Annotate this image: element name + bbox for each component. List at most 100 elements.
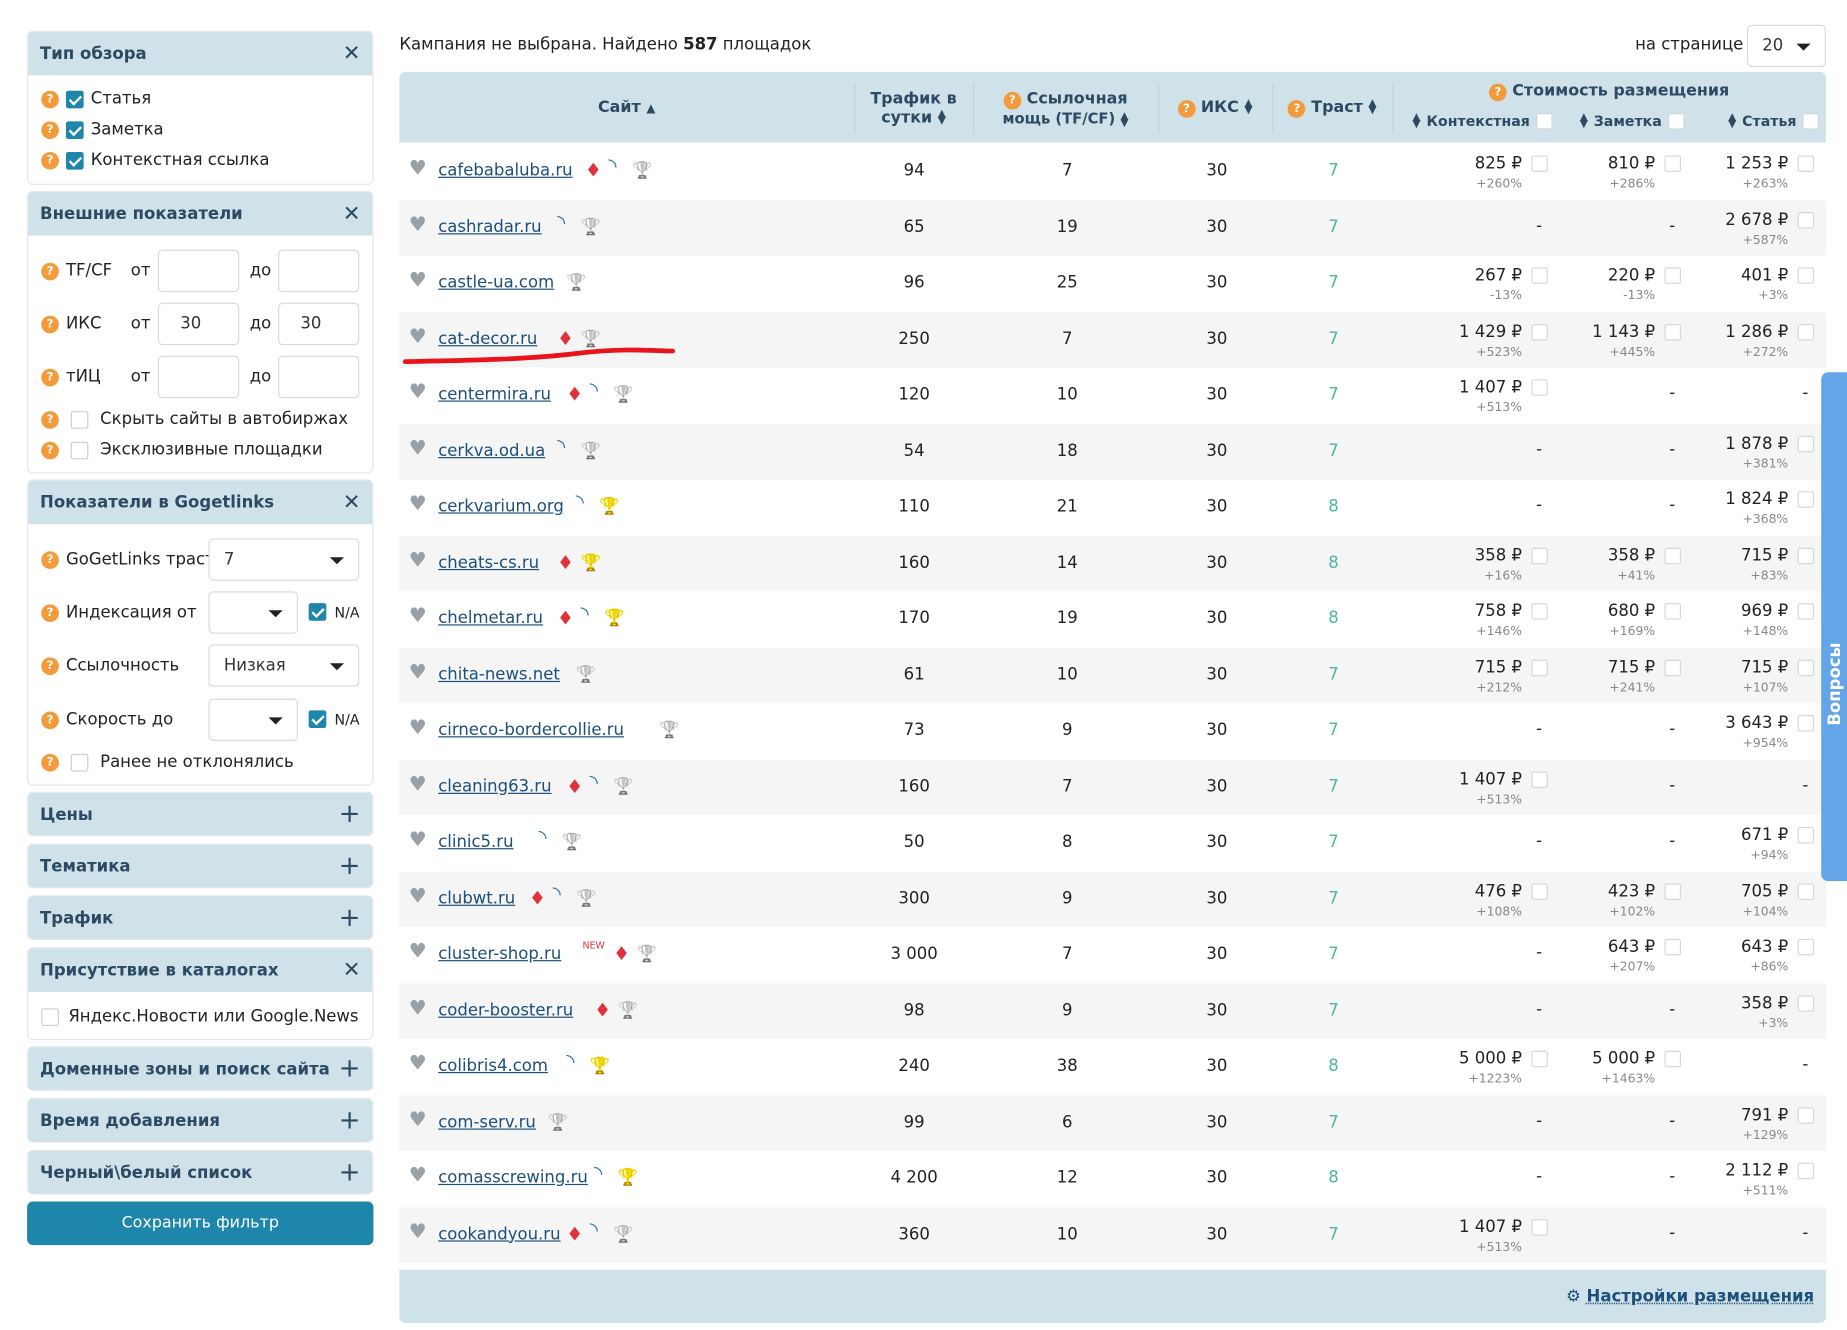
- exclusive-option[interactable]: ? Эксклюзивные площадки: [41, 441, 322, 460]
- favorite-heart-icon[interactable]: ♥: [409, 942, 427, 961]
- trust-select[interactable]: 7: [209, 538, 360, 580]
- favorite-heart-icon[interactable]: ♥: [409, 159, 427, 178]
- site-link[interactable]: castle-ua.com: [438, 273, 554, 292]
- help-icon[interactable]: ?: [41, 121, 59, 139]
- col-traffic[interactable]: Трафик в сутки ▲ ▼: [854, 90, 973, 128]
- help-icon[interactable]: ?: [41, 604, 59, 622]
- index-select[interactable]: [209, 591, 299, 633]
- from-input[interactable]: [158, 356, 239, 398]
- plus-icon[interactable]: +: [339, 853, 361, 879]
- site-link[interactable]: comasscrewing.ru: [438, 1169, 588, 1188]
- favorite-heart-icon[interactable]: ♥: [409, 830, 427, 849]
- site-link[interactable]: centermira.ru: [438, 385, 551, 404]
- select-article-checkbox[interactable]: [1798, 547, 1814, 563]
- select-article-checkbox[interactable]: [1798, 1163, 1814, 1179]
- to-input[interactable]: [278, 250, 359, 292]
- select-article-checkbox[interactable]: [1798, 267, 1814, 283]
- plus-icon[interactable]: +: [339, 905, 361, 931]
- speed-na-checkbox[interactable]: [309, 710, 327, 728]
- checkbox[interactable]: [71, 753, 89, 771]
- col-trust[interactable]: ? Траст ▲ ▼: [1272, 98, 1392, 118]
- help-icon[interactable]: ?: [1288, 100, 1306, 118]
- review-type-option[interactable]: ? Заметка: [41, 120, 163, 139]
- select-context-checkbox[interactable]: [1531, 771, 1547, 787]
- col-link-power[interactable]: ? Ссылочная мощь (TF/CF) ▲ ▼: [973, 90, 1158, 129]
- favorite-heart-icon[interactable]: ♥: [409, 1110, 427, 1129]
- col-article[interactable]: ▲ ▼ Статья: [1728, 112, 1819, 131]
- select-article-checkbox[interactable]: [1798, 435, 1814, 451]
- plus-icon[interactable]: +: [339, 1056, 361, 1082]
- index-na-checkbox[interactable]: [309, 603, 327, 621]
- help-icon[interactable]: ?: [1178, 100, 1196, 118]
- close-icon[interactable]: ✕: [343, 203, 361, 224]
- favorite-heart-icon[interactable]: ♥: [409, 439, 427, 458]
- to-input[interactable]: [278, 356, 359, 398]
- per-page-select[interactable]: 20: [1747, 25, 1826, 67]
- site-link[interactable]: chita-news.net: [438, 665, 560, 684]
- site-link[interactable]: cerkvarium.org: [438, 497, 564, 516]
- select-article-checkbox[interactable]: [1798, 155, 1814, 171]
- site-link[interactable]: cerkva.od.ua: [438, 441, 545, 460]
- help-icon[interactable]: ?: [41, 262, 59, 280]
- help-icon[interactable]: ?: [1489, 84, 1507, 102]
- favorite-heart-icon[interactable]: ♥: [409, 215, 427, 234]
- plus-icon[interactable]: +: [339, 1160, 361, 1186]
- select-article-checkbox[interactable]: [1798, 995, 1814, 1011]
- select-article-checkbox[interactable]: [1798, 659, 1814, 675]
- panel-blackwhite[interactable]: Черный\белый список +: [27, 1150, 373, 1195]
- from-input[interactable]: [158, 250, 239, 292]
- close-icon[interactable]: ✕: [343, 43, 361, 64]
- favorite-heart-icon[interactable]: ♥: [409, 607, 427, 626]
- speed-select[interactable]: [209, 699, 299, 741]
- placement-settings-link[interactable]: ⚙ Настройки размещения: [1566, 1288, 1814, 1307]
- select-all-note-checkbox[interactable]: [1668, 113, 1684, 129]
- select-all-context-checkbox[interactable]: [1536, 113, 1552, 129]
- checkbox[interactable]: [66, 121, 84, 139]
- site-link[interactable]: coder-booster.ru: [438, 1001, 573, 1020]
- site-link[interactable]: cleaning63.ru: [438, 777, 551, 796]
- help-icon[interactable]: ?: [41, 90, 59, 108]
- select-article-checkbox[interactable]: [1798, 1107, 1814, 1123]
- select-article-checkbox[interactable]: [1798, 603, 1814, 619]
- panel-added-time[interactable]: Время добавления +: [27, 1098, 373, 1143]
- help-icon[interactable]: ?: [41, 657, 59, 675]
- checkbox[interactable]: [71, 411, 89, 429]
- close-icon[interactable]: ✕: [343, 959, 361, 980]
- select-article-checkbox[interactable]: [1798, 883, 1814, 899]
- questions-side-tab[interactable]: Вопросы: [1821, 372, 1847, 881]
- panel-header[interactable]: Показатели в Gogetlinks ✕: [28, 481, 372, 525]
- help-icon[interactable]: ?: [41, 151, 59, 169]
- site-link[interactable]: cirneco-bordercollie.ru: [438, 721, 624, 740]
- select-article-checkbox[interactable]: [1798, 715, 1814, 731]
- to-input[interactable]: 30: [278, 303, 359, 345]
- hide-exchanges-option[interactable]: ? Скрыть сайты в автобиржах: [41, 410, 348, 429]
- close-icon[interactable]: ✕: [343, 492, 361, 513]
- plus-icon[interactable]: +: [339, 1108, 361, 1134]
- site-link[interactable]: com-serv.ru: [438, 1113, 536, 1132]
- col-note[interactable]: ▲ ▼ Заметка: [1580, 112, 1684, 131]
- col-iks[interactable]: ? ИКС ▲ ▼: [1158, 98, 1272, 118]
- help-icon[interactable]: ?: [41, 368, 59, 386]
- favorite-heart-icon[interactable]: ♥: [409, 1166, 427, 1185]
- site-link[interactable]: colibris4.com: [438, 1057, 548, 1076]
- plus-icon[interactable]: +: [339, 802, 361, 828]
- site-link[interactable]: cheats-cs.ru: [438, 553, 539, 572]
- favorite-heart-icon[interactable]: ♥: [409, 383, 427, 402]
- panel-prices[interactable]: Цены +: [27, 792, 373, 837]
- catalog-option[interactable]: Яндекс.Новости или Google.News: [41, 1007, 358, 1026]
- help-icon[interactable]: ?: [41, 753, 59, 771]
- favorite-heart-icon[interactable]: ♥: [409, 886, 427, 905]
- checkbox[interactable]: [66, 151, 84, 169]
- site-link[interactable]: chelmetar.ru: [438, 609, 543, 628]
- panel-traffic[interactable]: Трафик +: [27, 895, 373, 940]
- favorite-heart-icon[interactable]: ♥: [409, 551, 427, 570]
- panel-domains[interactable]: Доменные зоны и поиск сайта +: [27, 1046, 373, 1091]
- panel-header[interactable]: Внешние показатели ✕: [28, 192, 372, 236]
- checkbox[interactable]: [71, 441, 89, 459]
- panel-header[interactable]: Присутствие в каталогах ✕: [28, 948, 372, 992]
- select-article-checkbox[interactable]: [1798, 323, 1814, 339]
- checkbox[interactable]: [66, 90, 84, 108]
- help-icon[interactable]: ?: [41, 315, 59, 333]
- favorite-heart-icon[interactable]: ♥: [409, 663, 427, 682]
- review-type-option[interactable]: ? Статья: [41, 90, 151, 109]
